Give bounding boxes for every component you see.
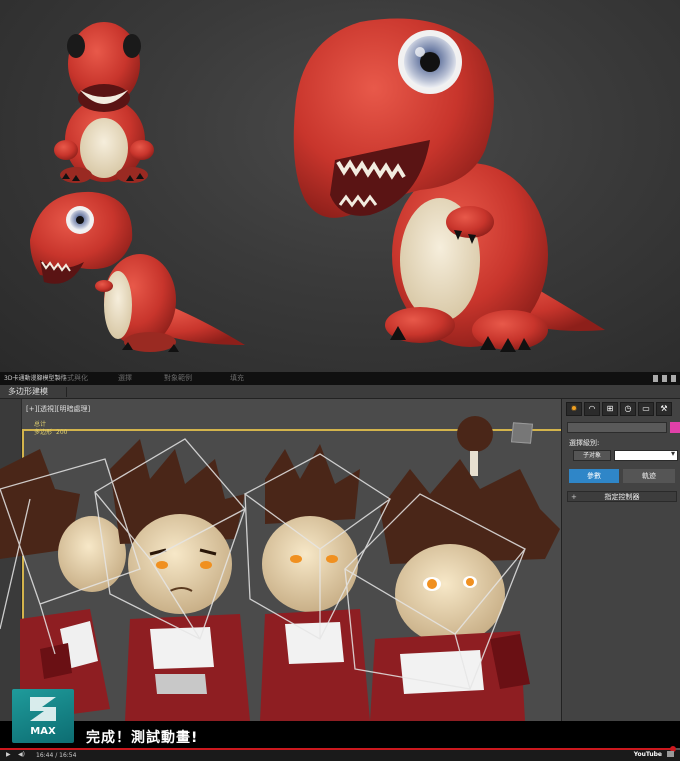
display-tab-icon[interactable]: ▭ bbox=[638, 402, 654, 416]
player-right-controls bbox=[667, 751, 674, 757]
assign-controller-label: 指定控制器 bbox=[604, 493, 640, 501]
motion-tab-icon[interactable]: ◷ bbox=[620, 402, 636, 416]
tab-parameters[interactable]: 參數 bbox=[569, 469, 619, 483]
3dsmax-logo: MAX bbox=[12, 689, 74, 743]
hierarchy-tab-icon[interactable]: ⊞ bbox=[602, 402, 618, 416]
window-title: 3D卡通動漫腳模型製作 bbox=[4, 375, 67, 382]
command-panel: ✹ ◠ ⊞ ◷ ▭ ⚒ 選擇級別: 子对象 參數 軌迹 + 指定控制器 bbox=[563, 399, 680, 721]
window-controls bbox=[653, 375, 676, 382]
modify-tab-icon[interactable]: ◠ bbox=[584, 402, 600, 416]
ribbon-tab-polygon-modeling[interactable]: 多边形建模 bbox=[8, 386, 48, 398]
menu-item-0[interactable]: 格式與化 bbox=[60, 372, 88, 385]
tab-trajectories[interactable]: 軌迹 bbox=[623, 469, 675, 483]
volume-icon[interactable]: ◀) bbox=[18, 751, 25, 758]
player-controls: ▶ ◀) 16:44 / 16:54 YouTube bbox=[0, 746, 680, 761]
character-model-4 bbox=[370, 416, 560, 721]
assign-controller-rollout[interactable]: + 指定控制器 bbox=[567, 491, 677, 502]
maximize-icon[interactable] bbox=[662, 375, 667, 382]
brand-text: MAX bbox=[30, 726, 56, 737]
create-tab-icon[interactable]: ✹ bbox=[566, 402, 582, 416]
youtube-logo[interactable]: YouTube bbox=[634, 751, 662, 758]
screen: 3D卡通動漫腳模型製作 格式與化 選擇 對象範例 填充 多边形建模 [+][透視… bbox=[0, 0, 680, 761]
menu-item-2[interactable]: 對象範例 bbox=[164, 372, 192, 385]
object-color-swatch[interactable] bbox=[670, 422, 680, 433]
dino-front-view bbox=[54, 22, 154, 183]
command-panel-tabs: ✹ ◠ ⊞ ◷ ▭ ⚒ bbox=[566, 402, 672, 416]
subobject-dropdown[interactable] bbox=[614, 449, 678, 461]
dino-side-view bbox=[30, 191, 245, 352]
menu-item-1[interactable]: 選擇 bbox=[118, 372, 132, 385]
progress-bar[interactable] bbox=[0, 746, 680, 752]
expand-icon: + bbox=[571, 493, 577, 501]
play-icon[interactable]: ▶ bbox=[6, 751, 11, 758]
video-player[interactable]: 3D卡通動漫腳模型製作 格式與化 選擇 對象範例 填充 多边形建模 [+][透視… bbox=[0, 372, 680, 761]
subobject-button[interactable]: 子对象 bbox=[573, 450, 611, 461]
character-models bbox=[0, 416, 560, 721]
character-model-3 bbox=[260, 444, 370, 721]
menu-item-3[interactable]: 填充 bbox=[230, 372, 244, 385]
minimize-icon[interactable] bbox=[653, 375, 658, 382]
character-model-2 bbox=[110, 439, 250, 721]
3dsmax-icon bbox=[30, 697, 56, 721]
selection-level-label: 選擇級別: bbox=[569, 439, 600, 447]
video-subtitle: 完成！測試動畫! bbox=[86, 730, 199, 746]
character-model-1 bbox=[0, 449, 126, 721]
ribbon: 多边形建模 bbox=[0, 385, 680, 399]
window-titlebar: 3D卡通動漫腳模型製作 格式與化 選擇 對象範例 填充 bbox=[0, 372, 680, 385]
dinosaur-illustrations bbox=[30, 18, 605, 352]
fullscreen-icon[interactable] bbox=[667, 751, 674, 757]
ribbon-divider bbox=[66, 387, 67, 397]
dinosaur-render-area bbox=[0, 0, 680, 372]
utilities-tab-icon[interactable]: ⚒ bbox=[656, 402, 672, 416]
object-name-field[interactable] bbox=[567, 422, 667, 433]
dino-large-view bbox=[293, 18, 605, 352]
perspective-viewport[interactable]: [+][透視][明暗處理] 总计 多边形 200 bbox=[0, 399, 562, 721]
video-time: 16:44 / 16:54 bbox=[36, 752, 77, 759]
close-icon[interactable] bbox=[671, 375, 676, 382]
